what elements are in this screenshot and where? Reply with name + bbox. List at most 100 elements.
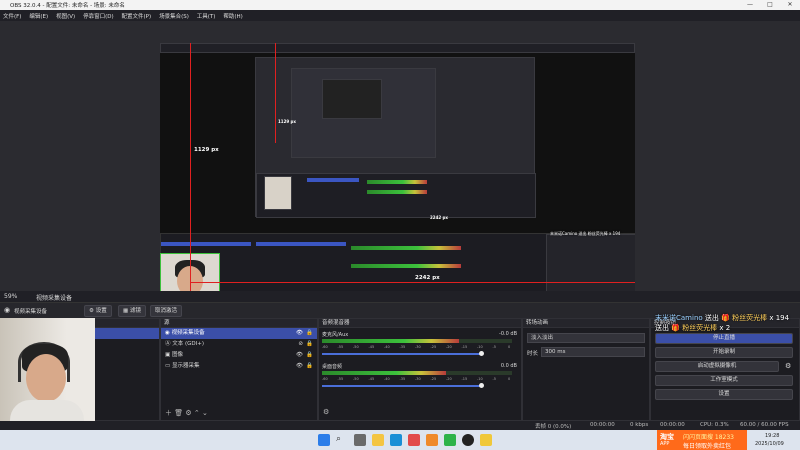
app-icon[interactable] (408, 434, 420, 446)
mixer-channel-mic-name: 麦克风/Aux (322, 332, 349, 338)
start-virtualcam-button[interactable]: 启动虚拟摄像机 (655, 361, 779, 372)
ad-brand-sub: APP (660, 441, 670, 447)
windows-start-icon[interactable] (318, 434, 330, 446)
nested-webcam (264, 176, 292, 210)
add-icon[interactable]: ＋ (165, 409, 172, 417)
guide-vertical (190, 43, 191, 311)
inner-width-label: 2242 px (430, 215, 448, 220)
meter-tick-label: -15 (461, 377, 468, 381)
up-icon[interactable]: ⌃ (194, 409, 200, 417)
gear-icon[interactable]: ⚙ (323, 408, 329, 416)
eye-icon[interactable]: 👁 (296, 328, 303, 339)
deactivate-button[interactable]: 取消激活 (150, 305, 183, 317)
meter-tick-label: -40 (384, 345, 390, 349)
edge-icon[interactable] (390, 434, 402, 446)
meter-tick-label: -20 (446, 345, 452, 349)
search-icon[interactable]: ⌕ (336, 434, 348, 446)
lock-icon[interactable]: 🔒 (306, 350, 313, 361)
meter-tick-label: -25 (430, 345, 437, 349)
desktop-volume-knob[interactable] (479, 383, 484, 388)
source-item-camera[interactable]: ◉ 视频采集设备 👁 🔒 (161, 328, 317, 339)
mixer-header: 音频混音器 (319, 319, 521, 328)
meter-tick-label: -50 (353, 377, 359, 381)
meter-tick-label: -20 (446, 377, 452, 381)
meter-tick-label: 0 (508, 377, 511, 381)
app-icon[interactable] (426, 434, 438, 446)
guide-horizontal (190, 282, 635, 283)
dropped-frames: 丢帧 0 (0.0%) (535, 424, 572, 430)
nested-menubar (160, 43, 635, 53)
mic-volume-slider[interactable] (322, 353, 482, 355)
preview-area[interactable]: 1129 px 2242 px 1129 px 2242 px 末米诺Camin… (0, 21, 800, 311)
ad-banner[interactable]: 淘宝 APP 闪闪页面搜 18233 每日领取外卖红包 (657, 430, 747, 450)
window-title: OBS 32.0.4 - 配置文件: 未命名 - 场景: 未命名 (10, 3, 125, 9)
nested-preview-deep (322, 79, 382, 119)
menu-bar: 文件(F) 编辑(E) 视图(V) 停靠窗口(D) 配置文件(P) 场景集合(S… (0, 10, 800, 21)
meter-tick-label: -10 (477, 345, 483, 349)
lock-icon[interactable]: 🔒 (306, 361, 313, 372)
sources-footer: ＋ 🗑 ⚙ ⌃ ⌄ (161, 408, 317, 420)
maximize-button[interactable]: □ (760, 0, 780, 10)
preview-canvas[interactable]: 1129 px 2242 px 1129 px 2242 px 末米诺Camin… (160, 43, 635, 311)
obs-icon[interactable] (462, 434, 474, 446)
meter-tick-label: -60 (322, 345, 328, 349)
ad-line1: 闪闪页面搜 18233 (683, 434, 734, 441)
transitions-header: 转场动画 (523, 319, 649, 328)
webcam-overlay (0, 318, 95, 430)
settings-button[interactable]: 设置 (655, 389, 793, 400)
trash-icon[interactable]: 🗑 (174, 409, 183, 417)
controls-panel: 控制按钮 停止直播 开始录制 启动虚拟摄像机 ⚙ 工作室模式 设置 (650, 318, 800, 421)
eye-hidden-icon[interactable]: ⊘ (298, 339, 303, 350)
meter-tick-label: -25 (430, 377, 437, 381)
lock-icon[interactable]: 🔒 (306, 339, 313, 350)
duration-label: 时长 (527, 351, 539, 357)
meter-tick-label: -55 (337, 377, 344, 381)
sources-panel: 源 ◉ 视频采集设备 👁 🔒 Ⓐ 文本 (GDI+) ⊘ 🔒 ▣ 图像 👁 🔒 … (160, 318, 318, 421)
danmaku-line-1: 末米诺Camino 送出 🎁 粉丝荧光棒 x 194 (655, 314, 790, 322)
desktop-volume-slider[interactable] (322, 385, 482, 387)
nested-preview (255, 57, 536, 218)
camera-icon: ◉ (4, 306, 11, 314)
eye-icon[interactable]: 👁 (296, 350, 303, 361)
gear-icon[interactable]: ⚙ (185, 409, 191, 417)
stop-stream-button[interactable]: 停止直播 (655, 333, 793, 344)
source-label: 视频采集设备 (36, 295, 73, 302)
meter-tick-label: -5 (492, 345, 497, 349)
mixer-channel-mic-db: -0.0 dB (499, 331, 517, 337)
source-item-image[interactable]: ▣ 图像 👁 🔒 (161, 350, 317, 361)
source-item-display[interactable]: ▭ 显示器采集 👁 🔒 (161, 361, 317, 372)
down-icon[interactable]: ⌄ (202, 409, 208, 417)
gear-icon[interactable]: ⚙ (785, 362, 791, 370)
wechat-icon[interactable] (444, 434, 456, 446)
meter-tick-label: -30 (415, 345, 421, 349)
lock-icon[interactable]: 🔒 (306, 328, 313, 339)
file-explorer-icon[interactable] (372, 434, 384, 446)
duration-input[interactable]: 300 ms (541, 347, 645, 357)
minimize-button[interactable]: — (740, 0, 760, 10)
source-item-text[interactable]: Ⓐ 文本 (GDI+) ⊘ 🔒 (161, 339, 317, 350)
mixer-footer: ⚙ (319, 408, 521, 420)
eye-icon[interactable]: 👁 (296, 361, 303, 372)
mixer-channel-desktop-name: 桌面音频 (322, 364, 343, 370)
mic-meter (322, 339, 512, 343)
app-icon[interactable] (480, 434, 492, 446)
inner-guide-vertical (275, 43, 276, 143)
filters-button[interactable]: ▦ 滤镜 (118, 305, 146, 317)
zoom-level[interactable]: 59% (4, 293, 17, 300)
meter-tick-label: -5 (492, 377, 497, 381)
transition-type-select[interactable]: 淡入淡出 (527, 333, 645, 343)
start-recording-button[interactable]: 开始录制 (655, 347, 793, 358)
toolbar-source-name: 视频采集设备 (14, 309, 48, 315)
studio-mode-button[interactable]: 工作室模式 (655, 375, 793, 386)
live-time: 00:00:00 (590, 422, 615, 428)
bitrate: 0 kbps (630, 422, 649, 428)
meter-tick-label: -30 (415, 377, 421, 381)
monitor-icon: ▭ (165, 363, 172, 369)
mic-volume-knob[interactable] (479, 351, 484, 356)
properties-button[interactable]: ⚙ 设置 (84, 305, 112, 317)
close-button[interactable]: ✕ (780, 0, 800, 10)
mixer-channel-desktop-db: 0.0 dB (500, 363, 517, 369)
meter-tick-label: -15 (461, 345, 468, 349)
task-view-icon[interactable] (354, 434, 366, 446)
meter-tick-label: -45 (368, 345, 375, 349)
